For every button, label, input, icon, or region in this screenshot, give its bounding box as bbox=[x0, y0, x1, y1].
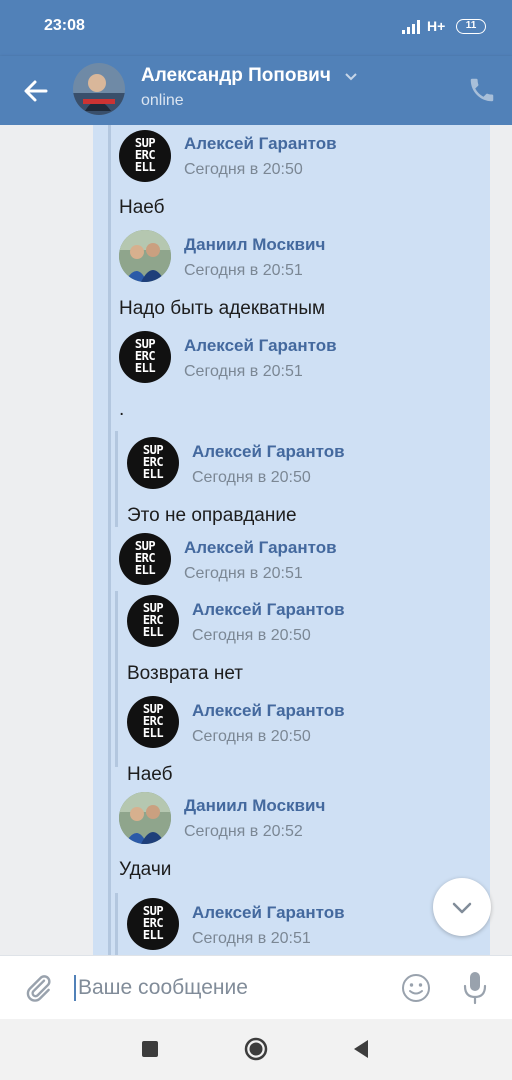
nested-forward-bar bbox=[115, 893, 118, 955]
sender-name[interactable]: Алексей Гарантов bbox=[184, 134, 337, 154]
message-text: Наеб bbox=[119, 197, 165, 218]
battery-icon: 11 bbox=[456, 19, 486, 34]
message-history[interactable]: SUP ERC ELL Алексей Гарантов Сегодня в 20:… bbox=[0, 125, 512, 955]
message-text: . bbox=[119, 399, 125, 420]
nested-forward-bar bbox=[115, 431, 118, 527]
battery-level: 11 bbox=[465, 20, 477, 31]
sender-name[interactable]: Даниил Москвич bbox=[184, 796, 325, 816]
chat-header: Александр Попович online bbox=[0, 56, 512, 125]
status-time: 23:08 bbox=[44, 17, 85, 34]
sender-avatar[interactable] bbox=[119, 230, 171, 282]
message-text: Удачи bbox=[119, 859, 172, 880]
message-time: Сегодня в 20:51 bbox=[184, 363, 303, 380]
signal-icon bbox=[402, 20, 420, 34]
message-text: Надо быть адекватным bbox=[119, 298, 326, 319]
sender-avatar[interactable]: SUP ERC ELL bbox=[119, 130, 171, 182]
message-time: Сегодня в 20:50 bbox=[192, 469, 311, 486]
message-text: Наеб bbox=[127, 764, 173, 785]
nested-forward-bar bbox=[115, 591, 118, 767]
sender-avatar[interactable]: SUP ERC ELL bbox=[127, 696, 179, 748]
sender-name[interactable]: Алексей Гарантов bbox=[184, 538, 337, 558]
message-text: Это не оправдание bbox=[127, 505, 297, 526]
message-composer bbox=[0, 955, 512, 1020]
sender-name[interactable]: Алексей Гарантов bbox=[192, 442, 345, 462]
chevron-down-icon[interactable] bbox=[344, 72, 358, 82]
sender-avatar[interactable]: SUP ERC ELL bbox=[127, 437, 179, 489]
home-icon[interactable] bbox=[244, 1037, 268, 1061]
smile-icon[interactable] bbox=[400, 972, 432, 1004]
sender-avatar[interactable]: SUP ERC ELL bbox=[127, 595, 179, 647]
message-text: Возврата нет bbox=[127, 663, 244, 684]
sender-avatar[interactable]: SUP ERC ELL bbox=[127, 898, 179, 950]
message-time: Сегодня в 20:50 bbox=[192, 627, 311, 644]
recent-apps-icon[interactable] bbox=[142, 1041, 158, 1057]
scroll-down-button[interactable] bbox=[433, 878, 491, 936]
chevron-down-icon bbox=[452, 902, 472, 914]
text-cursor bbox=[74, 975, 76, 1001]
message-time: Сегодня в 20:51 bbox=[184, 262, 303, 279]
system-nav-bar bbox=[0, 1019, 512, 1080]
microphone-icon[interactable] bbox=[461, 970, 489, 1006]
sender-name[interactable]: Алексей Гарантов bbox=[184, 336, 337, 356]
sender-name[interactable]: Алексей Гарантов bbox=[192, 701, 345, 721]
message-time: Сегодня в 20:50 bbox=[192, 728, 311, 745]
contact-avatar[interactable] bbox=[73, 63, 125, 115]
sender-name[interactable]: Даниил Москвич bbox=[184, 235, 325, 255]
status-bar: 23:08 H+ 11 bbox=[0, 0, 512, 56]
sender-avatar[interactable] bbox=[119, 792, 171, 844]
message-time: Сегодня в 20:51 bbox=[192, 930, 311, 947]
phone-icon[interactable] bbox=[467, 75, 497, 105]
message-time: Сегодня в 20:51 bbox=[184, 565, 303, 582]
network-type: H+ bbox=[427, 18, 446, 34]
message-input[interactable] bbox=[78, 970, 378, 1006]
message-time: Сегодня в 20:50 bbox=[184, 161, 303, 178]
sender-name[interactable]: Алексей Гарантов bbox=[192, 903, 345, 923]
forward-bar bbox=[108, 125, 111, 955]
contact-name[interactable]: Александр Попович bbox=[141, 65, 331, 87]
sender-avatar[interactable]: SUP ERC ELL bbox=[119, 331, 171, 383]
message-time: Сегодня в 20:52 bbox=[184, 823, 303, 840]
back-arrow-icon[interactable] bbox=[18, 73, 54, 109]
sender-avatar[interactable]: SUP ERC ELL bbox=[119, 533, 171, 585]
back-triangle-icon[interactable] bbox=[352, 1039, 370, 1059]
paperclip-icon[interactable] bbox=[22, 971, 54, 1005]
sender-name[interactable]: Алексей Гарантов bbox=[192, 600, 345, 620]
contact-status: online bbox=[141, 92, 184, 109]
